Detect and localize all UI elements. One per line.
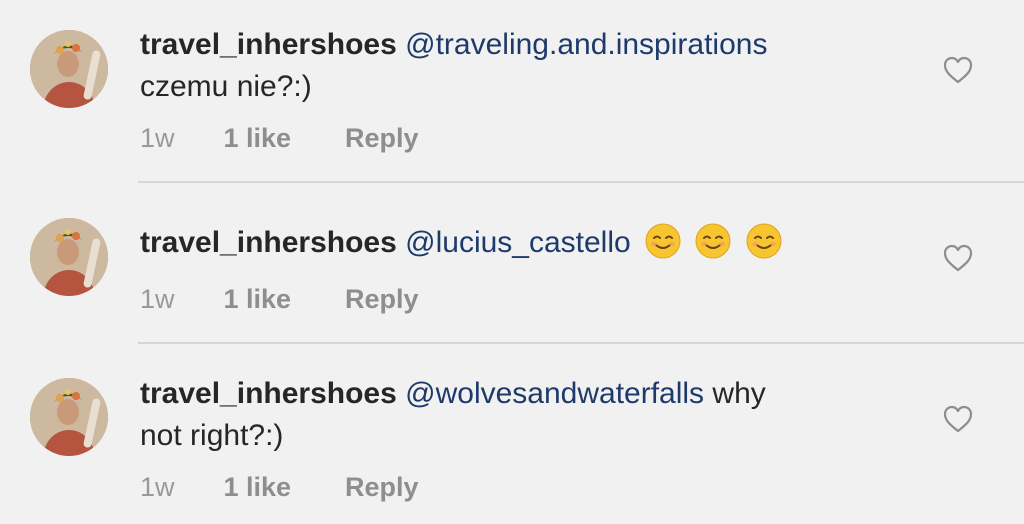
heart-outline-icon[interactable] [943,405,973,433]
username-link[interactable]: travel_inhershoes [140,226,397,259]
comment-text-line: travel_inhershoes @wolvesandwaterfalls w… [140,373,766,415]
mention-link[interactable]: @traveling.and.inspirations [405,28,767,61]
likes-count-link[interactable]: 1 like [224,470,338,504]
mention-link[interactable]: @lucius_castello [405,226,631,259]
timestamp[interactable]: 1w [140,282,216,316]
comment-body-text: why [704,377,766,410]
likes-count-link[interactable]: 1 like [224,121,338,155]
profile-photo-icon [30,218,108,296]
comment-text-line: travel_inhershoes @traveling.and.inspira… [140,24,767,66]
comment-text-continuation: czemu nie?:) [140,70,312,103]
timestamp[interactable]: 1w [140,121,216,155]
comment-text-continuation: not right?:) [140,419,284,452]
smiling-face-icon [746,223,782,259]
comment-meta: 1w 1 like Reply [140,470,419,504]
username-link[interactable]: travel_inhershoes [140,377,397,410]
smiling-face-icon [695,223,731,259]
comment-text-line: travel_inhershoes @lucius_castello [140,222,782,264]
reply-button[interactable]: Reply [345,282,419,316]
comment-meta: 1w 1 like Reply [140,282,419,316]
heart-outline-icon[interactable] [943,56,973,84]
avatar[interactable] [30,30,108,108]
smiling-face-icon [645,223,681,259]
divider [138,342,1024,344]
mention-link[interactable]: @wolvesandwaterfalls [405,377,704,410]
avatar[interactable] [30,378,108,456]
profile-photo-icon [30,378,108,456]
divider [138,181,1024,183]
comment-meta: 1w 1 like Reply [140,121,419,155]
timestamp[interactable]: 1w [140,470,216,504]
heart-outline-icon[interactable] [943,244,973,272]
reply-button[interactable]: Reply [345,470,419,504]
avatar[interactable] [30,218,108,296]
profile-photo-icon [30,30,108,108]
reply-button[interactable]: Reply [345,121,419,155]
username-link[interactable]: travel_inhershoes [140,28,397,61]
likes-count-link[interactable]: 1 like [224,282,338,316]
